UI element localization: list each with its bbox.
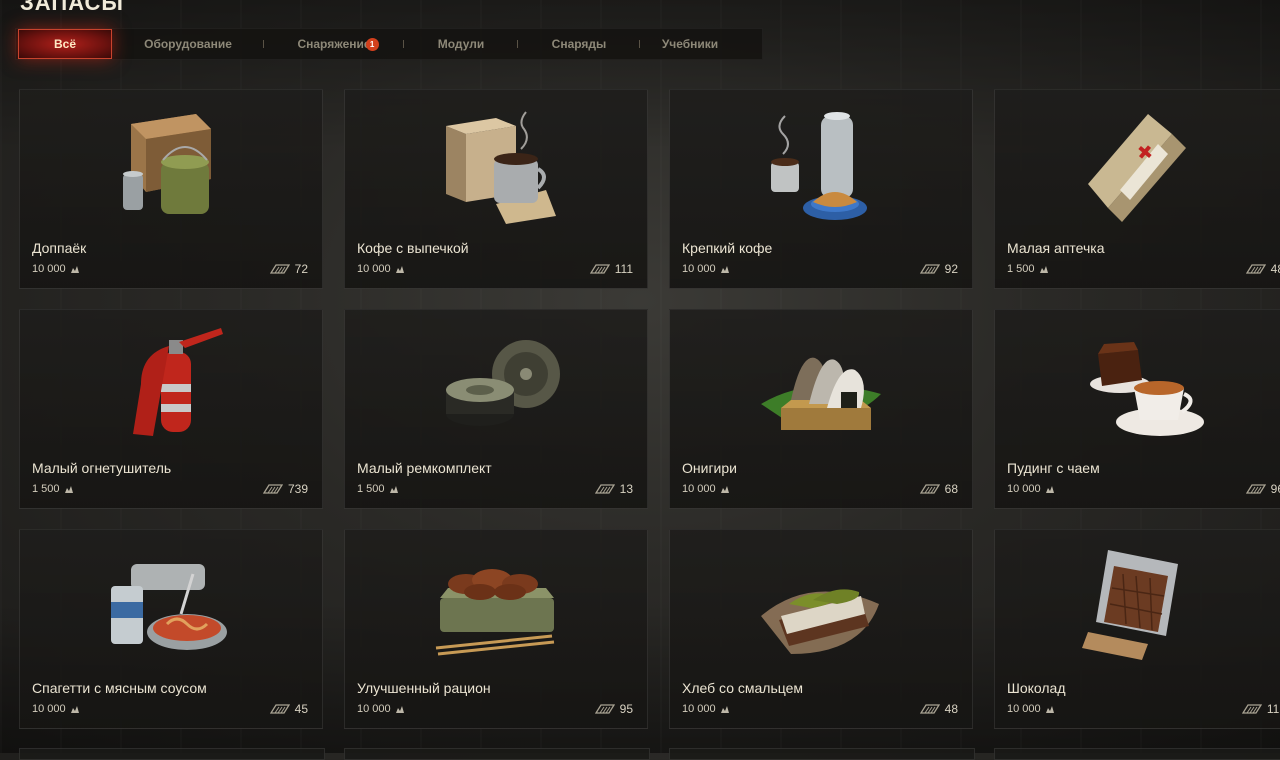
- stock-icon: [920, 263, 940, 275]
- coffee-pastry-icon: [426, 104, 566, 224]
- item-card[interactable]: Шоколад 10 000 115: [994, 529, 1280, 729]
- thermos-coffee-icon: [751, 104, 891, 224]
- credits-icon: [395, 265, 405, 274]
- stock-icon: [595, 483, 615, 495]
- item-price: 10 000: [682, 483, 730, 495]
- item-card[interactable]: Малый огнетушитель 1 500 739: [19, 309, 323, 509]
- item-price: 10 000: [32, 703, 80, 715]
- items-grid: Доппаёк 10 000 72 Кофе с выпечкой 10 000…: [0, 0, 1280, 760]
- item-count: 739: [263, 482, 308, 496]
- item-name: Улучшенный рацион: [357, 680, 491, 696]
- stock-icon: [1242, 703, 1262, 715]
- credits-icon: [720, 485, 730, 494]
- item-card[interactable]: Пудинг с чаем 10 000 96: [994, 309, 1280, 509]
- credits-icon: [720, 705, 730, 714]
- item-price: 10 000: [32, 263, 80, 275]
- item-count: 111: [590, 262, 633, 276]
- item-card-partial[interactable]: [19, 748, 325, 760]
- item-price: 1 500: [1007, 263, 1049, 275]
- stock-icon: [1246, 263, 1266, 275]
- bread-lard-icon: [751, 544, 891, 664]
- item-card[interactable]: Доппаёк 10 000 72: [19, 89, 323, 289]
- credits-icon: [720, 265, 730, 274]
- item-count: 92: [920, 262, 958, 276]
- first-aid-icon: [1068, 104, 1208, 224]
- ration-box-icon: [101, 104, 241, 224]
- item-card-partial[interactable]: [669, 748, 975, 760]
- item-count: 96: [1246, 482, 1280, 496]
- credits-icon: [395, 705, 405, 714]
- onigiri-icon: [751, 324, 891, 444]
- credits-icon: [1039, 265, 1049, 274]
- stock-icon: [920, 483, 940, 495]
- item-name: Малый огнетушитель: [32, 460, 172, 476]
- item-card[interactable]: Малая аптечка 1 500 48: [994, 89, 1280, 289]
- item-name: Хлеб со смальцем: [682, 680, 804, 696]
- item-card[interactable]: Улучшенный рацион 10 000 95: [344, 529, 648, 729]
- stock-icon: [270, 703, 290, 715]
- item-name: Онигири: [682, 460, 737, 476]
- spaghetti-icon: [101, 544, 241, 664]
- repair-kit-icon: [426, 324, 566, 444]
- credits-icon: [389, 485, 399, 494]
- credits-icon: [70, 265, 80, 274]
- item-price: 1 500: [357, 483, 399, 495]
- item-name: Пудинг с чаем: [1007, 460, 1100, 476]
- item-count: 95: [595, 702, 633, 716]
- item-name: Кофе с выпечкой: [357, 240, 469, 256]
- item-price: 10 000: [357, 703, 405, 715]
- item-name: Крепкий кофе: [682, 240, 773, 256]
- item-card[interactable]: Хлеб со смальцем 10 000 48: [669, 529, 973, 729]
- item-count: 68: [920, 482, 958, 496]
- stock-icon: [595, 703, 615, 715]
- credits-icon: [1045, 485, 1055, 494]
- credits-icon: [1045, 705, 1055, 714]
- item-name: Малый ремкомплект: [357, 460, 492, 476]
- item-card[interactable]: Малый ремкомплект 1 500 13: [344, 309, 648, 509]
- item-card-partial[interactable]: [994, 748, 1280, 760]
- item-price: 10 000: [682, 263, 730, 275]
- item-name: Доппаёк: [32, 240, 87, 256]
- stock-icon: [590, 263, 610, 275]
- stock-icon: [1246, 483, 1266, 495]
- stock-icon: [270, 263, 290, 275]
- stock-icon: [263, 483, 283, 495]
- credits-icon: [64, 485, 74, 494]
- item-price: 10 000: [682, 703, 730, 715]
- fire-extinguisher-icon: [101, 324, 241, 444]
- item-count: 13: [595, 482, 633, 496]
- item-price: 10 000: [357, 263, 405, 275]
- item-card-partial[interactable]: [344, 748, 650, 760]
- item-price: 10 000: [1007, 483, 1055, 495]
- item-count: 45: [270, 702, 308, 716]
- item-card[interactable]: Кофе с выпечкой 10 000 111: [344, 89, 648, 289]
- item-card[interactable]: Онигири 10 000 68: [669, 309, 973, 509]
- credits-icon: [70, 705, 80, 714]
- item-price: 10 000: [1007, 703, 1055, 715]
- improved-ration-icon: [426, 544, 566, 664]
- pudding-tea-icon: [1068, 324, 1208, 444]
- item-name: Спагетти с мясным соусом: [32, 680, 207, 696]
- item-count: 115: [1242, 702, 1280, 716]
- stock-icon: [920, 703, 940, 715]
- item-name: Малая аптечка: [1007, 240, 1105, 256]
- item-count: 48: [1246, 262, 1280, 276]
- item-card[interactable]: Спагетти с мясным соусом 10 000 45: [19, 529, 323, 729]
- item-card[interactable]: Крепкий кофе 10 000 92: [669, 89, 973, 289]
- item-name: Шоколад: [1007, 680, 1066, 696]
- item-price: 1 500: [32, 483, 74, 495]
- chocolate-icon: [1068, 544, 1208, 664]
- item-count: 72: [270, 262, 308, 276]
- item-count: 48: [920, 702, 958, 716]
